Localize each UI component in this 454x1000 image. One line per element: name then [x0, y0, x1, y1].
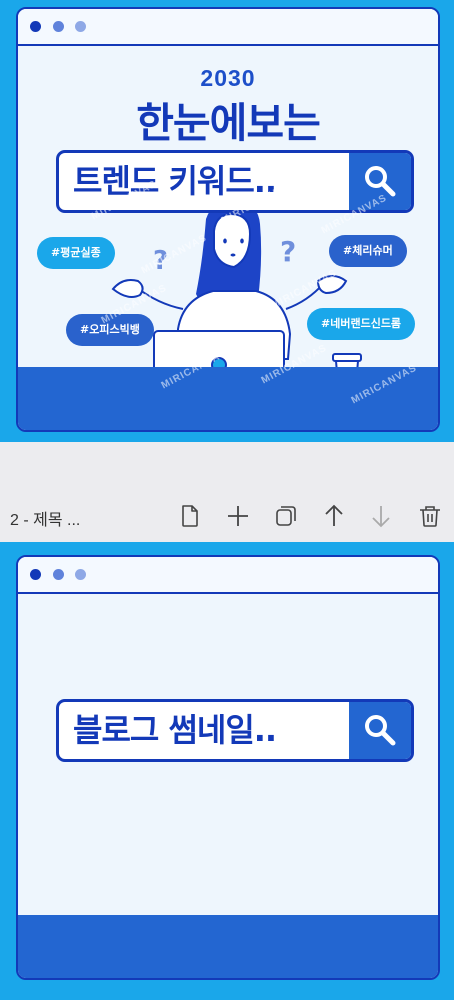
move-page-up-button[interactable]	[320, 502, 348, 530]
page-2-thumbnail[interactable]: 블로그 썸네일..	[0, 542, 454, 1000]
file-icon	[182, 505, 198, 527]
browser-window-graphic: 블로그 썸네일..	[16, 555, 440, 980]
window-titlebar	[18, 557, 438, 594]
arrow-down-icon	[372, 506, 390, 528]
window-dot	[75, 569, 86, 580]
svg-text:?: ?	[280, 235, 296, 268]
delete-page-button[interactable]	[416, 502, 444, 530]
search-bar-text: 블로그 썸네일..	[73, 711, 277, 749]
page-title-label[interactable]: 2 - 제목 ...	[10, 506, 80, 530]
browser-window-graphic: 2030 한눈에보는 ? ? 트렌드 키워드.. #평균실종 #체리슈머 #오피…	[16, 7, 440, 432]
keyword-tag: #네버랜드신드롬	[307, 308, 416, 340]
duplicate-page-button[interactable]	[272, 502, 300, 530]
trash-icon	[420, 506, 440, 527]
keyword-tag: #체리슈머	[329, 235, 407, 267]
footer-band	[18, 915, 438, 978]
search-button-graphic	[349, 702, 411, 759]
plus-icon	[228, 506, 248, 526]
copy-icon	[276, 506, 296, 526]
page-1-thumbnail[interactable]: 2030 한눈에보는 ? ? 트렌드 키워드.. #평균실종 #체리슈머 #오피…	[0, 0, 454, 442]
add-page-button[interactable]	[224, 502, 252, 530]
window-dot	[53, 569, 64, 580]
arrow-up-icon	[325, 504, 343, 526]
keyword-tag: #평균실종	[37, 237, 115, 269]
footer-band	[18, 367, 438, 430]
search-bar-graphic: 블로그 썸네일..	[56, 699, 414, 762]
move-page-down-button[interactable]	[367, 502, 395, 530]
window-dot	[30, 569, 41, 580]
page-toolbar: 2 - 제목 ...	[0, 496, 454, 536]
new-page-button[interactable]	[176, 502, 204, 530]
search-icon	[365, 715, 396, 746]
